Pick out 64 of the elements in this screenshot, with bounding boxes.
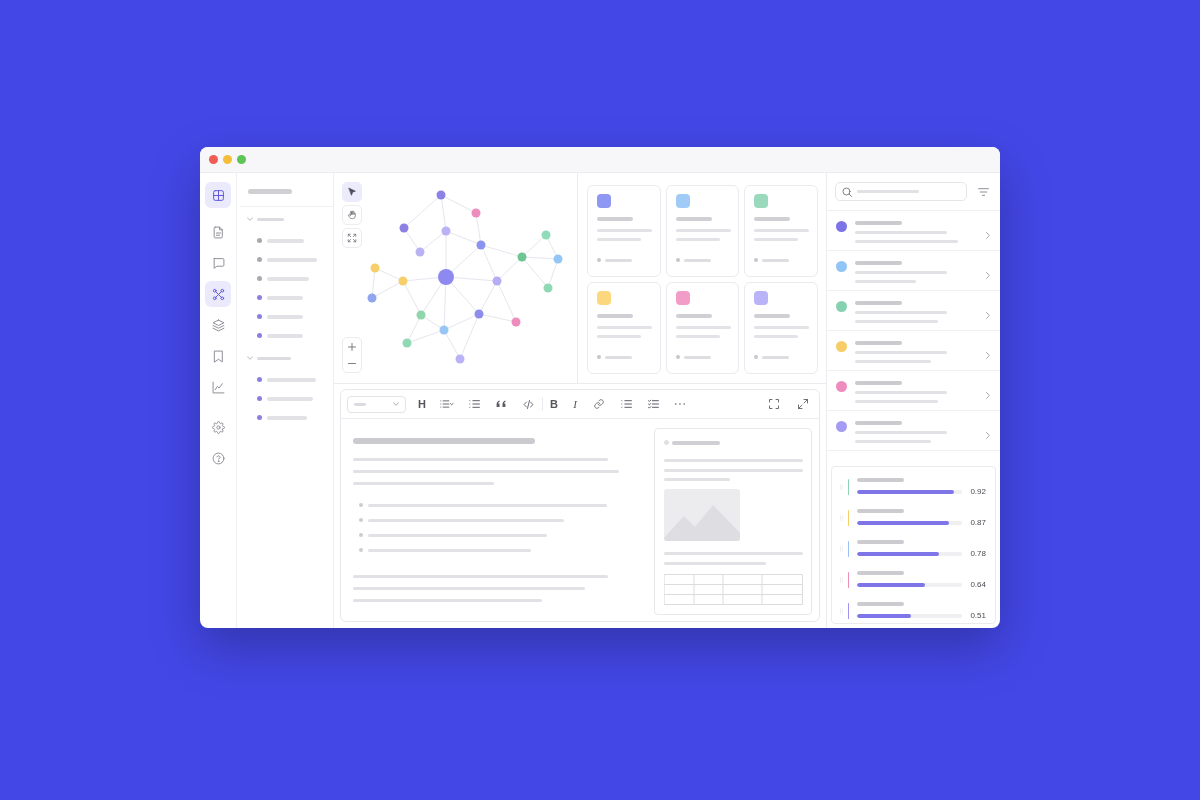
corners-icon xyxy=(769,399,779,409)
placeholder-line xyxy=(762,355,790,359)
settings-icon xyxy=(211,420,225,434)
search-field[interactable] xyxy=(835,182,967,201)
cursor-icon xyxy=(347,187,357,197)
fit-view-button[interactable] xyxy=(342,228,362,248)
expand-icon xyxy=(798,399,808,409)
bold-button[interactable]: B xyxy=(545,394,563,414)
bullet-icon xyxy=(359,503,363,507)
chevron-down-icon[interactable] xyxy=(247,356,253,360)
chevron-right-icon xyxy=(986,312,990,319)
quote-icon xyxy=(496,400,506,408)
grid-icon xyxy=(211,188,225,202)
close-button[interactable] xyxy=(209,155,218,164)
search-icon xyxy=(842,186,852,197)
format-dropdown[interactable] xyxy=(347,395,406,413)
bullet-icon xyxy=(359,548,363,552)
heading-button[interactable]: H xyxy=(412,394,432,414)
fit-screen-icon xyxy=(347,233,357,243)
line-chart-icon xyxy=(211,380,225,394)
placeholder-line xyxy=(762,258,790,262)
italic-button[interactable]: I xyxy=(566,394,584,414)
chevron-right-icon xyxy=(986,232,990,239)
placeholder-line xyxy=(605,258,632,262)
nav-button[interactable] xyxy=(205,182,231,208)
nav-button[interactable] xyxy=(205,281,231,307)
maximize-button[interactable] xyxy=(237,155,246,164)
document-icon xyxy=(211,225,225,239)
placeholder-line xyxy=(683,258,711,262)
list-icon xyxy=(620,399,632,409)
hand-tool-button[interactable] xyxy=(342,205,362,225)
bookmark-icon xyxy=(211,349,225,363)
chevron-down-icon xyxy=(393,402,399,406)
pointer-tool-button[interactable] xyxy=(342,182,362,202)
link-icon xyxy=(594,399,604,409)
layers-icon xyxy=(211,318,225,332)
metric-value: 0.92 xyxy=(970,487,986,496)
placeholder-line xyxy=(683,355,711,359)
chevron-right-icon xyxy=(986,392,990,399)
minus-icon xyxy=(348,363,356,364)
plus-icon xyxy=(348,342,356,351)
filter-icon[interactable] xyxy=(978,186,989,197)
placeholder-line xyxy=(257,217,284,221)
chevron-right-icon xyxy=(986,432,990,439)
list-icon xyxy=(468,399,480,409)
metric-value: 0.51 xyxy=(970,611,986,620)
code-icon xyxy=(522,399,534,409)
placeholder-line xyxy=(605,355,632,359)
chat-bubble-icon xyxy=(211,256,225,270)
metric-value: 0.64 xyxy=(970,580,986,589)
help-icon xyxy=(211,451,225,465)
list-chevron-icon xyxy=(440,399,454,409)
hand-icon xyxy=(347,210,357,220)
chevron-right-icon xyxy=(986,352,990,359)
minimize-button[interactable] xyxy=(223,155,232,164)
metric-value: 0.78 xyxy=(970,549,986,558)
chevron-right-icon xyxy=(986,272,990,279)
network-icon xyxy=(211,287,225,301)
checklist-icon xyxy=(647,399,659,409)
metric-value: 0.87 xyxy=(970,518,986,527)
bullet-icon xyxy=(359,518,363,522)
bullet-icon xyxy=(359,533,363,537)
placeholder-line xyxy=(257,356,291,360)
chevron-down-icon[interactable] xyxy=(247,217,253,221)
